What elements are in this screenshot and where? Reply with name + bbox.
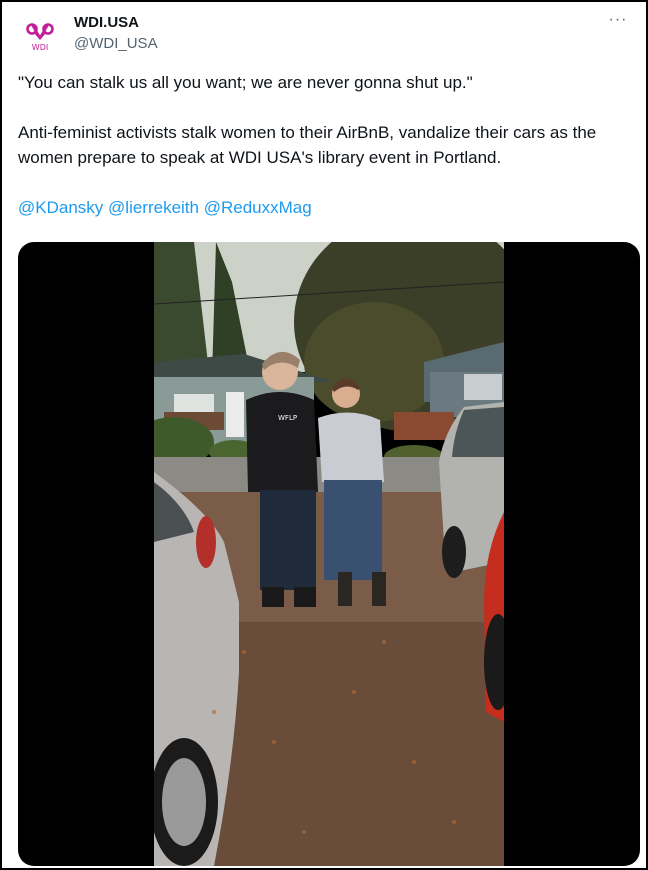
mentions: @KDansky @lierrekeith @ReduxxMag	[18, 195, 630, 220]
svg-text:WDI: WDI	[32, 43, 48, 52]
tweet-header: WDI WDI.USA @WDI_USA ···	[16, 12, 632, 58]
author-names: WDI.USA @WDI_USA	[74, 14, 158, 54]
tweet-text: "You can stalk us all you want; we are n…	[18, 70, 630, 245]
tweet-video[interactable]: WFLP	[18, 242, 640, 866]
tweet-card: WDI WDI.USA @WDI_USA ··· "You can stalk …	[0, 0, 648, 870]
tweet-quote: "You can stalk us all you want; we are n…	[18, 73, 473, 92]
mention-link[interactable]: @KDansky	[18, 198, 103, 217]
more-options-icon[interactable]: ···	[604, 12, 632, 34]
video-scene-image: WFLP	[154, 242, 504, 866]
mention-link[interactable]: @ReduxxMag	[204, 198, 312, 217]
video-frame: WFLP	[154, 242, 504, 866]
display-name[interactable]: WDI.USA	[74, 14, 158, 32]
avatar[interactable]: WDI	[20, 16, 60, 56]
tweet-description: Anti-feminist activists stalk women to t…	[18, 123, 597, 167]
handle[interactable]: @WDI_USA	[74, 34, 158, 54]
shirt-print: WFLP	[278, 414, 297, 422]
wdi-logo-icon: WDI	[26, 23, 54, 52]
mention-link[interactable]: @lierrekeith	[108, 198, 199, 217]
